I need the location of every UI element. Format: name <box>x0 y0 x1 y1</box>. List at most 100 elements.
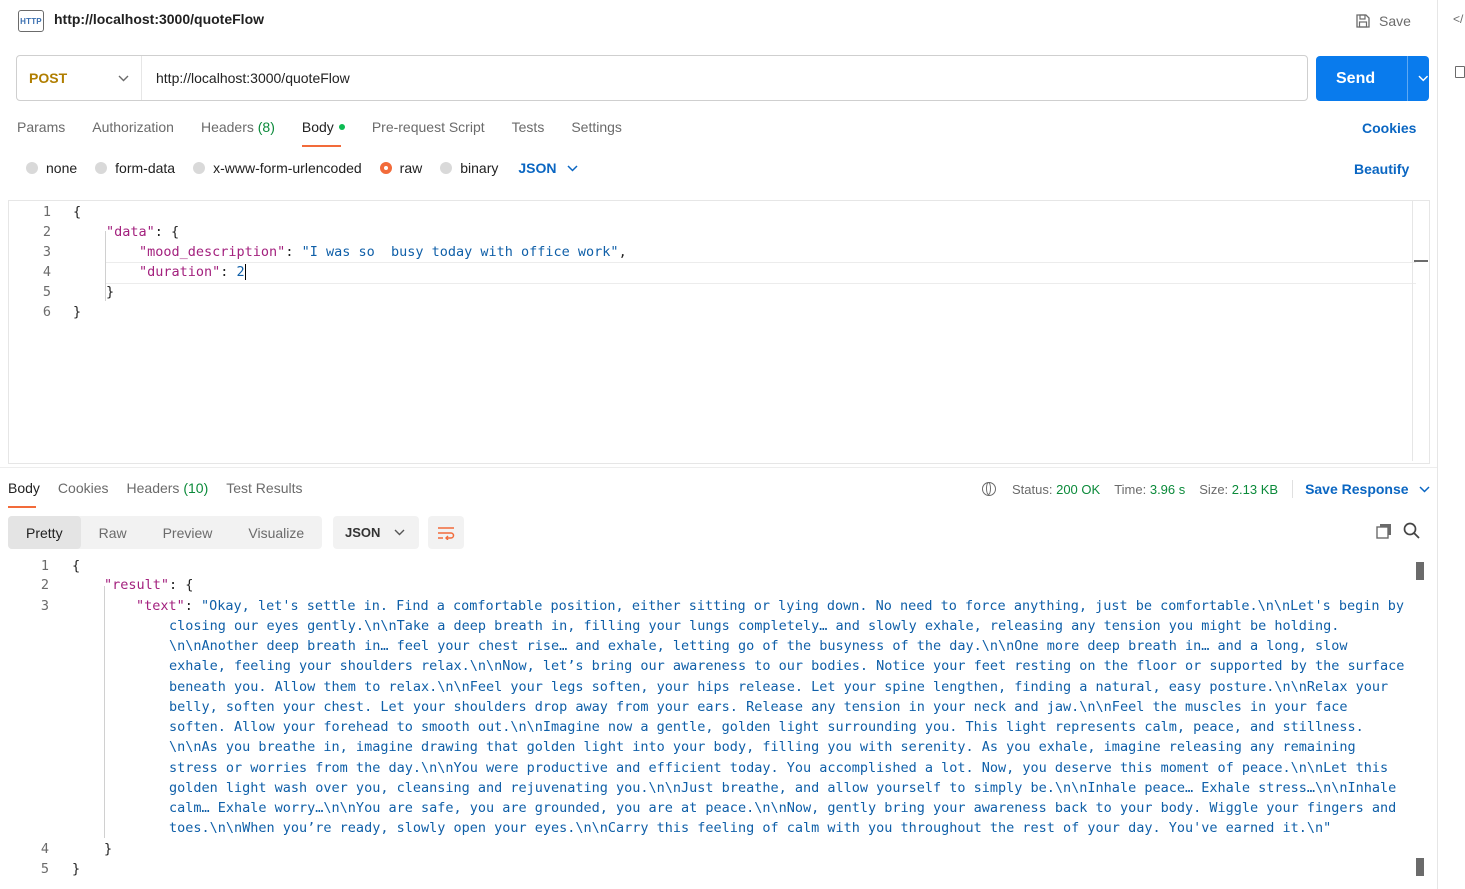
response-scrollbar-thumb[interactable] <box>1416 562 1424 580</box>
separator <box>1292 480 1294 498</box>
tab-response-headers-label: Headers <box>126 480 180 496</box>
json-string-wrap: soften. Allow your forehead to smooth ou… <box>169 719 1364 735</box>
wrap-lines-icon <box>438 526 455 540</box>
json-key: "result" <box>104 577 170 593</box>
json-string: "Okay, let's settle in. Find a comfortab… <box>201 598 1404 614</box>
code-line: } <box>106 284 114 300</box>
size-value[interactable]: 2.13 KB <box>1232 482 1278 497</box>
json-brace: } <box>106 284 115 300</box>
tab-tests[interactable]: Tests <box>512 119 545 147</box>
code-line: } <box>73 304 81 320</box>
code-line: { <box>73 204 81 220</box>
response-body-viewer[interactable]: 1 2 3 4 5 { "result": { "text": "Okay, l… <box>0 558 1437 889</box>
tab-response-body[interactable]: Body <box>8 480 40 508</box>
tab-headers[interactable]: Headers (8) <box>201 119 275 147</box>
pane-divider[interactable] <box>0 467 1437 468</box>
chevron-down-icon <box>1419 485 1430 493</box>
headers-count: (8) <box>257 119 275 135</box>
documentation-icon[interactable] <box>1455 66 1465 78</box>
response-format-label: JSON <box>345 525 381 540</box>
radio-raw-label: raw <box>399 160 423 176</box>
search-icon[interactable] <box>1403 522 1420 539</box>
copy-icon[interactable] <box>1376 523 1392 539</box>
radio-binary[interactable]: binary <box>440 160 498 176</box>
beautify-button[interactable]: Beautify <box>1354 161 1409 177</box>
json-string-wrap: closing our eyes gently.\n\nTake a deep … <box>169 618 1340 634</box>
line-number: 6 <box>42 304 51 320</box>
response-headers-count: (10) <box>183 480 209 496</box>
json-string-wrap: belly, soften your chest. Let your shoul… <box>169 699 1348 715</box>
tab-test-results[interactable]: Test Results <box>226 480 302 508</box>
save-icon <box>1356 14 1370 28</box>
code-icon[interactable]: </ <box>1453 12 1463 26</box>
body-type-selector: none form-data x-www-form-urlencoded raw… <box>26 160 578 176</box>
status-value[interactable]: 200 OK <box>1056 482 1100 497</box>
chevron-down-icon <box>566 164 578 172</box>
tab-response-headers[interactable]: Headers (10) <box>127 480 209 508</box>
radio-circle <box>95 162 108 174</box>
response-status-bar: Status: 200 OK Time: 3.96 s Size: 2.13 K… <box>982 480 1430 498</box>
url-input[interactable] <box>142 62 1258 94</box>
tab-body[interactable]: Body <box>301 119 345 147</box>
radio-raw[interactable]: raw <box>379 160 423 176</box>
save-response-label: Save Response <box>1305 481 1409 497</box>
body-modified-dot <box>338 124 345 131</box>
cookies-link[interactable]: Cookies <box>1362 120 1416 136</box>
json-key: "mood_description" <box>139 244 286 260</box>
line-number: 5 <box>40 861 49 877</box>
send-button[interactable]: Send <box>1316 56 1429 101</box>
line-number: 1 <box>40 558 49 574</box>
json-brace: } <box>73 304 82 320</box>
view-preview[interactable]: Preview <box>145 516 231 549</box>
request-body-editor[interactable]: 1 2 3 4 5 6 { "data": { "mood_descriptio… <box>8 200 1430 464</box>
tab-response-cookies[interactable]: Cookies <box>58 480 109 508</box>
view-pretty[interactable]: Pretty <box>8 516 81 549</box>
code-line: "result": { <box>104 577 193 593</box>
tab-params[interactable]: Params <box>17 119 65 147</box>
radio-form-data-label: form-data <box>115 160 176 176</box>
view-visualize[interactable]: Visualize <box>230 516 322 549</box>
code-line: "mood_description": "I was so busy today… <box>139 244 627 260</box>
json-key: "duration" <box>139 264 221 280</box>
time-value[interactable]: 3.96 s <box>1150 482 1185 497</box>
line-number: 4 <box>40 841 49 857</box>
radio-none[interactable]: none <box>26 160 77 176</box>
size-label: Size: <box>1199 481 1229 497</box>
request-title[interactable]: http://localhost:3000/quoteFlow <box>54 11 264 27</box>
request-tabs: Params Authorization Headers (8) Body Pr… <box>17 119 649 147</box>
line-number: 2 <box>40 577 49 593</box>
tab-headers-label: Headers <box>200 119 254 135</box>
view-raw[interactable]: Raw <box>81 516 145 549</box>
radio-form-data[interactable]: form-data <box>95 160 175 176</box>
response-scrollbar-thumb-bottom[interactable] <box>1416 858 1424 876</box>
json-string-wrap: calm… Exhale worry…\n\nYou are safe, you… <box>169 800 1397 816</box>
json-string-wrap: toes.\n\nWhen you’re ready, slowly open … <box>169 820 1332 836</box>
line-number: 1 <box>42 204 51 220</box>
body-format-select[interactable]: JSON <box>518 160 578 176</box>
tab-body-label: Body <box>301 119 334 135</box>
code-line: } <box>104 841 112 857</box>
save-response-button[interactable]: Save Response <box>1305 481 1430 497</box>
tab-pre-request-script[interactable]: Pre-request Script <box>372 119 485 147</box>
json-brace: { <box>73 204 82 220</box>
radio-circle <box>193 162 206 174</box>
send-options-chevron-icon[interactable] <box>1418 75 1429 82</box>
save-button[interactable]: Save <box>1355 10 1411 32</box>
radio-binary-label: binary <box>460 160 499 176</box>
editor-scrollbar[interactable] <box>1412 201 1429 461</box>
text-caret <box>244 264 246 280</box>
response-tabs: Body Cookies Headers (10) Test Results <box>8 480 320 508</box>
globe-icon[interactable] <box>982 482 996 496</box>
method-select[interactable]: POST <box>17 56 142 100</box>
scrollbar-marker <box>1414 260 1428 262</box>
tab-authorization[interactable]: Authorization <box>92 119 174 147</box>
radio-urlencoded-label: x-www-form-urlencoded <box>213 160 362 176</box>
chevron-down-icon <box>394 529 405 536</box>
line-number: 5 <box>42 284 51 300</box>
tab-settings[interactable]: Settings <box>571 119 622 147</box>
radio-x-www-form-urlencoded[interactable]: x-www-form-urlencoded <box>193 160 362 176</box>
wrap-lines-button[interactable] <box>428 516 464 549</box>
code-line: "data": { <box>106 224 179 240</box>
status-label: Status: <box>1012 481 1053 497</box>
response-format-select[interactable]: JSON <box>333 516 419 549</box>
